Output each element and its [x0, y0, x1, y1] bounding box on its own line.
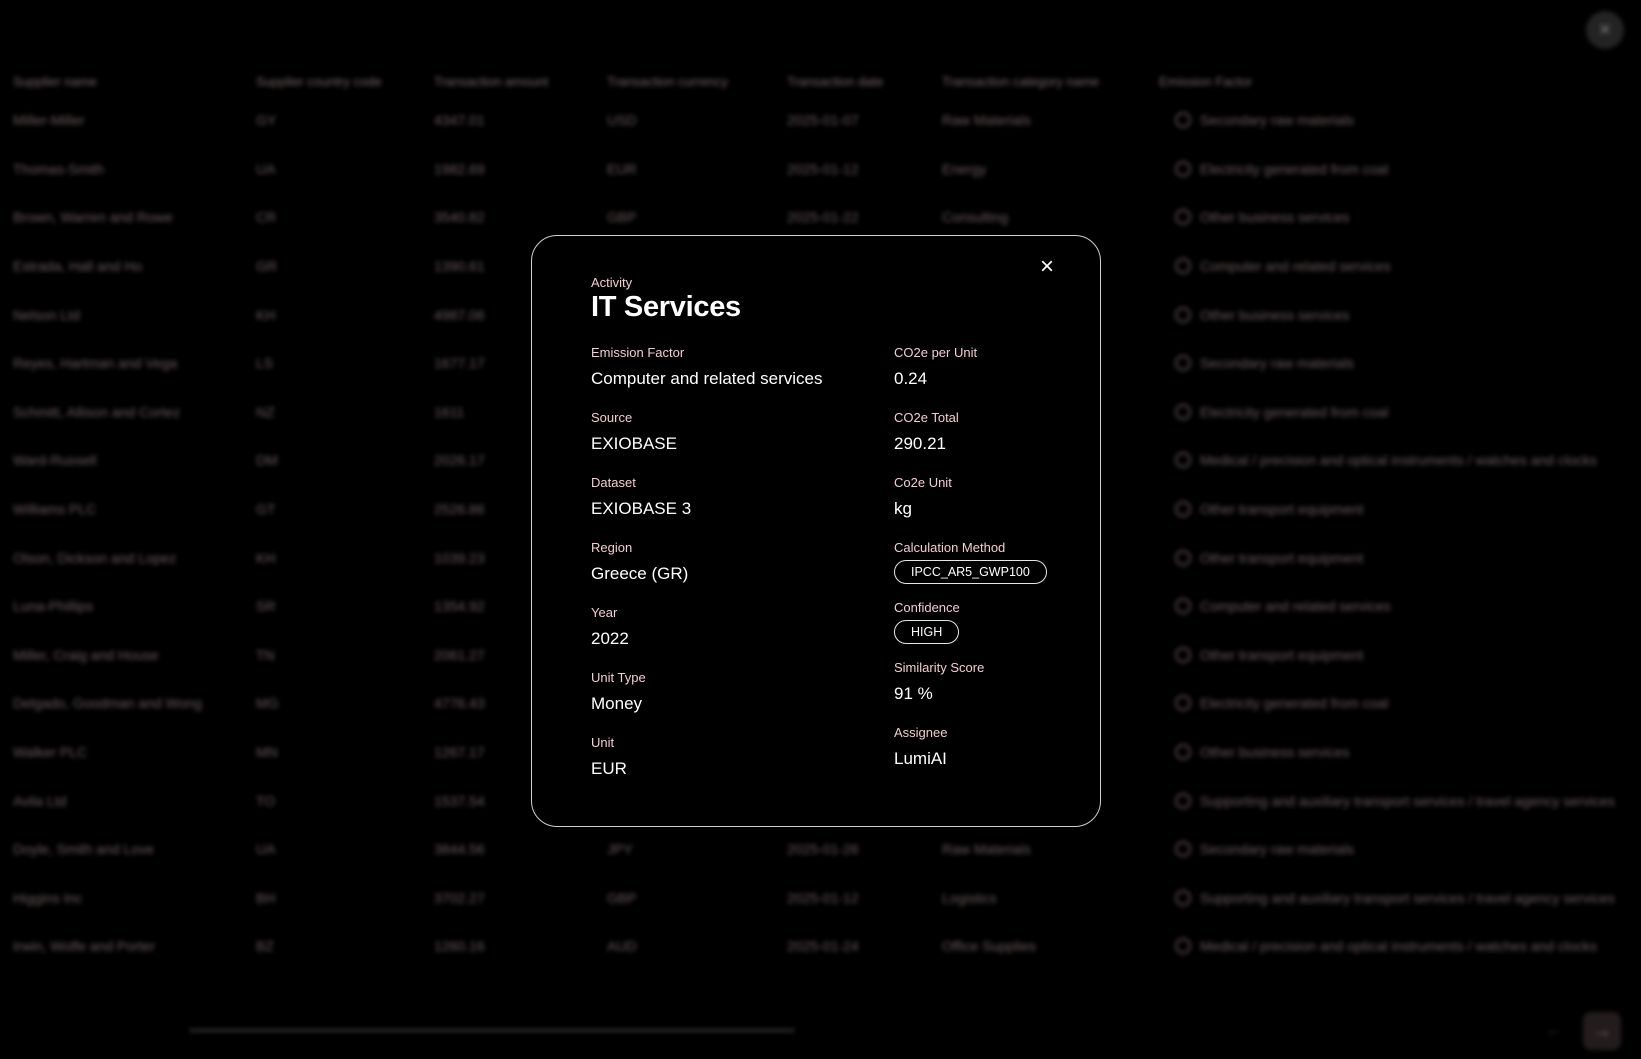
activity-title: IT Services — [591, 291, 741, 323]
field-value: EUR — [591, 759, 627, 778]
field-year: Year 2022 — [591, 605, 629, 649]
field-value: 2022 — [591, 629, 629, 648]
field-label: Similarity Score — [894, 660, 985, 675]
field-co2e-unit: Co2e Unit kg — [894, 475, 952, 519]
field-value: EXIOBASE — [591, 434, 677, 453]
field-value: EXIOBASE 3 — [591, 499, 692, 518]
field-value: 0.24 — [894, 369, 928, 388]
field-label: Region — [591, 540, 633, 555]
field-label: Emission Factor — [591, 345, 685, 360]
activity-label: Activity — [591, 275, 633, 290]
field-value: LumiAI — [894, 749, 947, 768]
close-icon: × — [1039, 253, 1054, 280]
field-label: CO2e per Unit — [894, 345, 978, 360]
field-label: Dataset — [591, 475, 636, 490]
field-label: Calculation Method — [894, 540, 1006, 555]
field-label: Unit Type — [591, 670, 646, 685]
calculation-method-badge: IPCC_AR5_GWP100 — [894, 560, 1047, 584]
field-value: 91 % — [894, 684, 933, 703]
field-label: Year — [591, 605, 618, 620]
field-unit: Unit EUR — [591, 735, 627, 779]
field-emission-factor: Emission Factor Computer and related ser… — [591, 345, 823, 389]
field-confidence: Confidence HIGH — [894, 600, 960, 644]
field-label: Assignee — [894, 725, 948, 740]
field-dataset: Dataset EXIOBASE 3 — [591, 475, 691, 519]
field-assignee: Assignee LumiAI — [894, 725, 947, 769]
field-calculation-method: Calculation Method IPCC_AR5_GWP100 — [894, 540, 1047, 584]
field-value: 290.21 — [894, 434, 946, 453]
field-label: Co2e Unit — [894, 475, 952, 490]
confidence-badge: HIGH — [894, 620, 960, 644]
field-value: Greece (GR) — [591, 564, 689, 583]
field-label: Confidence — [894, 600, 960, 615]
field-unit-type: Unit Type Money — [591, 670, 646, 714]
field-label: CO2e Total — [894, 410, 959, 425]
modal-close-button[interactable]: × — [1032, 252, 1062, 282]
field-value: Money — [591, 694, 643, 713]
activity-detail-modal: × Activity IT Services Emission Factor C… — [531, 235, 1101, 827]
field-label: Source — [591, 410, 633, 425]
field-label: Unit — [591, 735, 615, 750]
field-co2e-total: CO2e Total 290.21 — [894, 410, 959, 454]
field-similarity-score: Similarity Score 91 % — [894, 660, 984, 704]
field-value: kg — [894, 499, 912, 518]
field-value: Computer and related services — [591, 369, 823, 388]
field-region: Region Greece (GR) — [591, 540, 688, 584]
field-co2e-per-unit: CO2e per Unit 0.24 — [894, 345, 977, 389]
field-source: Source EXIOBASE — [591, 410, 677, 454]
